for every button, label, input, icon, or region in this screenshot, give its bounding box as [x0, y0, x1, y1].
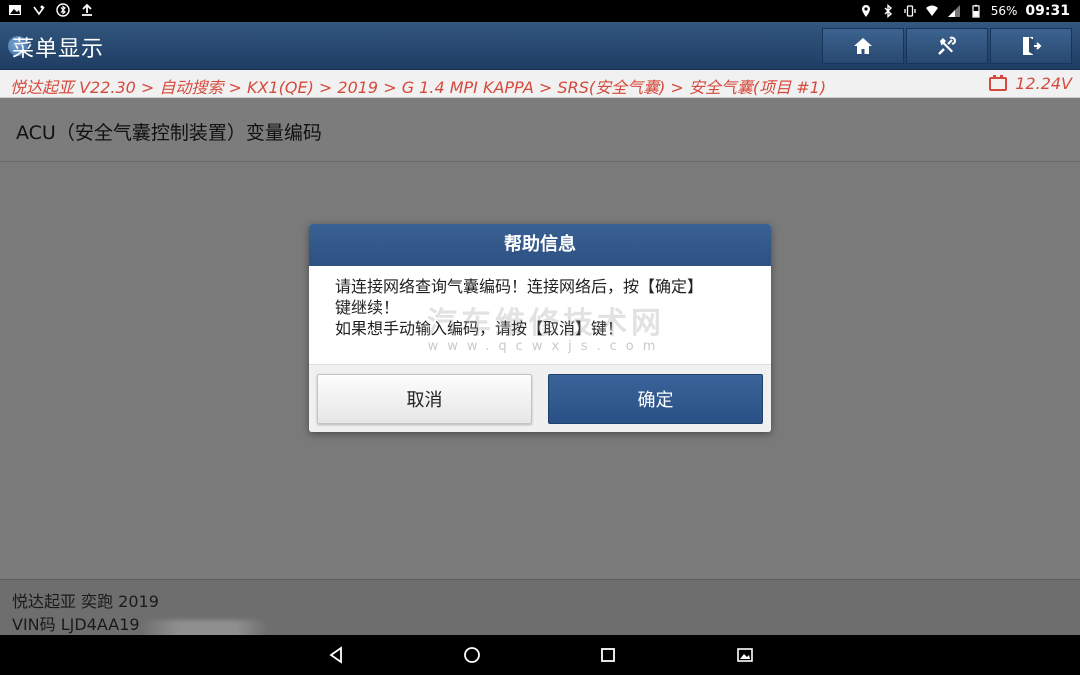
page-title: ACU（安全气囊控制装置）变量编码	[16, 122, 322, 144]
vin-number: VIN码 LJD4AA19	[12, 615, 140, 634]
car-battery-icon	[989, 74, 1008, 91]
image-icon	[8, 3, 22, 17]
help-dialog: 帮助信息 请连接网络查询气囊编码！连接网络后，按【确定】 键继续！ 如果想手动输…	[309, 224, 771, 432]
watermark-en: www.qcwxjs.com	[427, 339, 665, 354]
voltage-value: 12.24V	[1015, 74, 1072, 93]
signal-icon	[947, 4, 961, 18]
home-nav-button[interactable]	[462, 645, 482, 665]
vehicle-info-footer: 悦达起亚 奕跑 2019 VIN码 LJD4AA19	[0, 579, 1080, 640]
page-title-row: ACU（安全气囊控制装置）变量编码	[0, 98, 1080, 162]
bluetooth-icon	[881, 4, 895, 18]
android-status-bar: 56% 09:31	[0, 0, 1080, 22]
bluetooth-settings-icon	[56, 3, 70, 17]
battery-percent: 56%	[990, 4, 1018, 18]
battery-icon	[969, 4, 983, 18]
upload-icon	[80, 3, 94, 17]
dialog-buttons: 取消 确定	[309, 364, 771, 432]
voicemail-icon	[32, 3, 46, 17]
status-left-icons	[8, 3, 94, 17]
breadcrumb: 悦达起亚 V22.30 > 自动搜索 > KX1(QE) > 2019 > G …	[0, 70, 1080, 98]
cancel-button[interactable]: 取消	[317, 374, 532, 424]
location-icon	[859, 4, 873, 18]
app-title: 菜单显示	[12, 37, 105, 62]
exit-icon	[1023, 37, 1042, 55]
dialog-message: 请连接网络查询气囊编码！连接网络后，按【确定】 键继续！ 如果想手动输入编码，请…	[335, 277, 704, 338]
vibrate-icon	[903, 4, 917, 18]
breadcrumb-path: 悦达起亚 V22.30 > 自动搜索 > KX1(QE) > 2019 > G …	[10, 78, 827, 97]
dialog-title: 帮助信息	[309, 224, 771, 266]
diagnose-button[interactable]	[906, 28, 988, 64]
header-buttons	[822, 28, 1072, 64]
wifi-icon	[925, 4, 939, 18]
back-button[interactable]	[326, 645, 346, 665]
square-recents-icon	[601, 648, 615, 662]
screenshot-icon	[737, 648, 753, 662]
exit-button[interactable]	[990, 28, 1072, 64]
circle-home-icon	[464, 647, 480, 663]
screenshot-button[interactable]	[735, 645, 755, 665]
home-button[interactable]	[822, 28, 904, 64]
android-nav-bar	[0, 635, 1080, 675]
confirm-button[interactable]: 确定	[548, 374, 763, 424]
diagnose-icon	[938, 36, 957, 55]
app-header: 菜单显示	[0, 22, 1080, 70]
home-icon	[854, 38, 872, 54]
recents-button[interactable]	[598, 645, 618, 665]
back-icon	[329, 646, 342, 664]
dialog-body: 请连接网络查询气囊编码！连接网络后，按【确定】 键继续！ 如果想手动输入编码，请…	[309, 266, 771, 364]
vehicle-name: 悦达起亚 奕跑 2019	[12, 592, 159, 611]
clock: 09:31	[1025, 3, 1070, 19]
battery-voltage: 12.24V	[989, 74, 1072, 93]
status-right-icons: 56% 09:31	[859, 2, 1070, 20]
